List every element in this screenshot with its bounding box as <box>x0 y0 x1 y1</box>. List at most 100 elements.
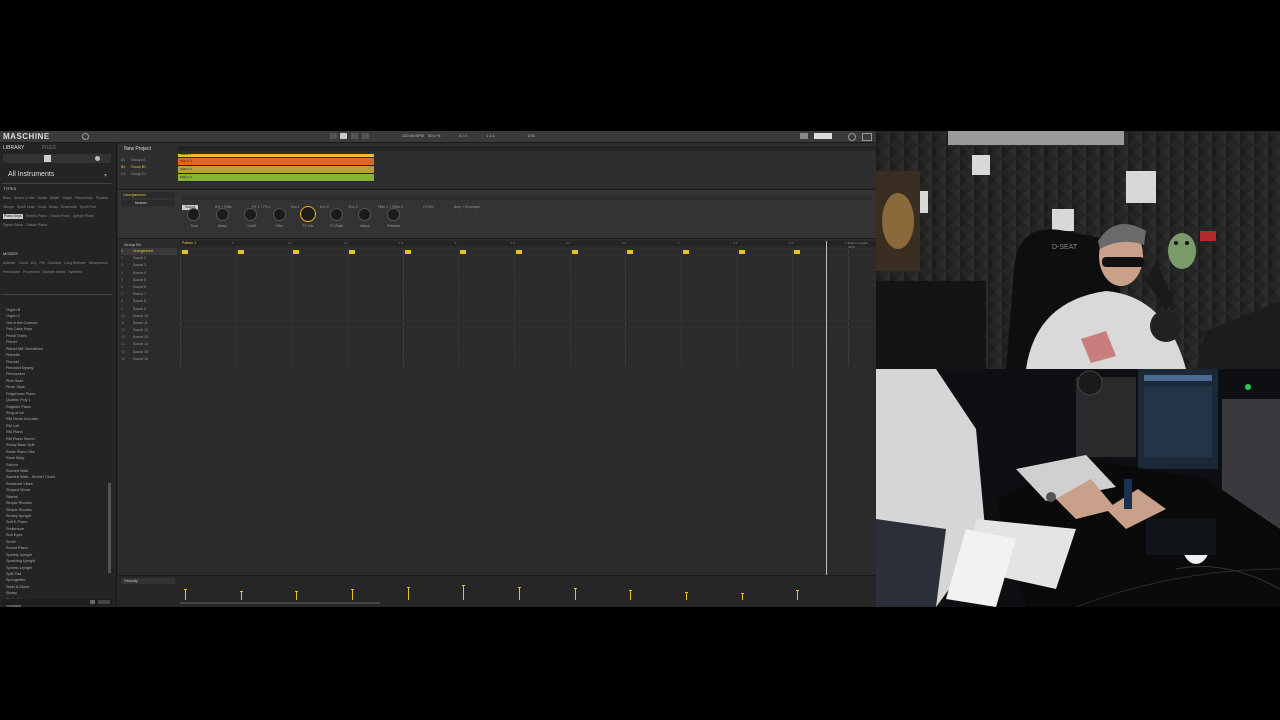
clip[interactable]: Pattern 1 <box>178 158 374 166</box>
type-tag[interactable]: Brass <box>49 205 58 210</box>
group-row[interactable]: A1 Group A1 <box>121 157 176 164</box>
knob-wrap[interactable]: FX Mix <box>296 206 320 236</box>
type-tag[interactable]: Drums & Hits <box>14 196 35 201</box>
sound-slot[interactable]: 3 Sound 3 <box>121 262 177 269</box>
horizontal-scrollbar[interactable] <box>180 602 380 604</box>
note[interactable] <box>460 249 467 254</box>
sound-slot[interactable]: 11 Sound 11 <box>121 320 177 327</box>
sound-slot[interactable]: 12 Sound 12 <box>121 327 177 334</box>
slot-selector[interactable]: Unorganized <box>121 192 175 198</box>
type-tag[interactable]: Organ <box>62 196 72 201</box>
sound-slot[interactable]: 2 Sound 2 <box>121 255 177 262</box>
knob-wrap[interactable]: FX Rate <box>325 206 349 236</box>
velocity-bar[interactable] <box>185 589 186 600</box>
clip[interactable]: Pattern 1 <box>178 174 374 182</box>
play-button[interactable] <box>340 133 347 139</box>
velocity-bar[interactable] <box>741 593 743 600</box>
note[interactable] <box>516 249 523 254</box>
mode-tag[interactable]: Long Release <box>64 261 86 266</box>
swing-display[interactable]: 50.0 % <box>428 133 440 138</box>
mode-tag[interactable]: Percussive <box>3 270 20 275</box>
pattern-ruler[interactable]: Pattern 1 Pattern Length: 4:0:0 1 1.2 1.3 1… <box>180 241 876 249</box>
note[interactable] <box>627 249 634 254</box>
mode-tag[interactable]: Additive <box>3 261 15 266</box>
rewind-button[interactable] <box>330 133 337 139</box>
mode-tag[interactable]: Synthetic <box>68 270 82 275</box>
scene-bar[interactable]: Scene 1 <box>178 152 374 157</box>
velocity-bar[interactable] <box>519 587 521 600</box>
knob-wrap[interactable]: Cutoff <box>239 206 263 236</box>
velocity-bars[interactable] <box>180 578 876 600</box>
knob-tune[interactable] <box>187 208 200 221</box>
note-grid[interactable] <box>180 248 876 366</box>
group-row[interactable]: B1 Group B1 <box>121 164 176 171</box>
instrument-icon[interactable] <box>44 155 51 162</box>
mode-tag[interactable]: Monophonic <box>89 261 108 266</box>
type-tag[interactable]: Ensemble <box>61 205 77 210</box>
velocity-bar[interactable] <box>797 590 799 600</box>
knob-wrap[interactable]: Filter <box>268 206 292 236</box>
scrollbar[interactable] <box>108 483 111 573</box>
velocity-bar[interactable] <box>574 588 576 600</box>
knob-release[interactable] <box>386 208 400 221</box>
note[interactable] <box>683 249 690 254</box>
type-tag[interactable]: Guitar <box>37 196 47 201</box>
knob-fx-mix[interactable] <box>300 206 316 222</box>
knob-wrap[interactable]: Attack <box>353 206 377 236</box>
loop-button[interactable] <box>362 133 369 139</box>
type-tag[interactable]: Classic Piano <box>26 223 47 228</box>
type-tag[interactable]: Synth Lead <box>17 205 35 210</box>
type-tag[interactable]: Bass <box>3 196 11 201</box>
type-tag[interactable]: Vocal <box>38 205 47 210</box>
type-tag[interactable]: Digital Piano <box>3 223 23 228</box>
search-icon[interactable] <box>82 133 89 140</box>
type-tag[interactable]: Grand Piano <box>50 214 70 219</box>
note[interactable] <box>794 249 801 254</box>
speaker-icon[interactable] <box>90 600 95 604</box>
mode-tag[interactable]: FM <box>39 261 44 266</box>
sound-slot[interactable]: 16 Sound 16 <box>121 356 177 363</box>
sound-slot[interactable]: 6 Sound 6 <box>121 284 177 291</box>
type-tag[interactable]: Synth Pad <box>80 205 96 210</box>
timeline-ruler[interactable] <box>178 146 876 151</box>
velocity-selector[interactable]: Velocity <box>121 578 175 584</box>
type-tag[interactable]: Strings <box>3 205 14 210</box>
tempo-display[interactable]: 120.00 BPM <box>402 133 424 138</box>
mode-tag[interactable]: Dry <box>31 261 36 266</box>
type-tag[interactable]: Mallet <box>50 196 59 201</box>
knob-filter[interactable] <box>272 208 286 221</box>
signature-display[interactable]: 4 / 4 <box>459 133 467 138</box>
sound-slot[interactable]: 9 Sound 9 <box>121 306 177 313</box>
sound-slot[interactable]: 15 Sound 15 <box>121 349 177 356</box>
knob-fx-rate[interactable] <box>329 208 343 221</box>
sound-slot[interactable]: 14 Sound 14 <box>121 341 177 348</box>
note[interactable] <box>349 249 356 254</box>
power-icon[interactable] <box>848 133 856 141</box>
mode-tag[interactable]: Processed <box>23 270 40 275</box>
sound-slot[interactable]: 4 Sound 4 <box>121 270 177 277</box>
note[interactable] <box>293 249 300 254</box>
note[interactable] <box>404 249 411 254</box>
mode-tag[interactable]: Sample-based <box>43 270 66 275</box>
mode-tag[interactable]: Chord <box>18 261 28 266</box>
tab-files[interactable]: FILES <box>42 145 56 151</box>
clip[interactable]: Pattern 1 <box>178 166 374 174</box>
sound-slot[interactable]: 10 Sound 10 <box>121 313 177 320</box>
group-row[interactable]: C1 Group C1 <box>121 171 176 178</box>
grid-display[interactable]: 1/16 <box>527 133 535 138</box>
mode-tag[interactable]: Granular <box>48 261 62 266</box>
note[interactable] <box>738 249 745 254</box>
sound-slot[interactable]: 13 Sound 13 <box>121 334 177 341</box>
velocity-bar[interactable] <box>407 587 409 600</box>
sound-slot[interactable]: 5 Sound 5 <box>121 277 177 284</box>
velocity-bar[interactable] <box>686 592 688 600</box>
velocity-bar[interactable] <box>296 591 298 600</box>
type-tag[interactable]: Piano Keys <box>3 214 23 219</box>
category-selector[interactable]: All Instruments <box>8 171 54 178</box>
type-tag[interactable]: Electric Piano <box>26 214 47 219</box>
knob-damp[interactable] <box>215 208 229 221</box>
sound-slot[interactable]: 8 Sound 8 <box>121 298 177 305</box>
note[interactable] <box>571 249 578 254</box>
knob-attack[interactable] <box>358 208 371 221</box>
knob-wrap[interactable]: Release <box>382 206 406 236</box>
